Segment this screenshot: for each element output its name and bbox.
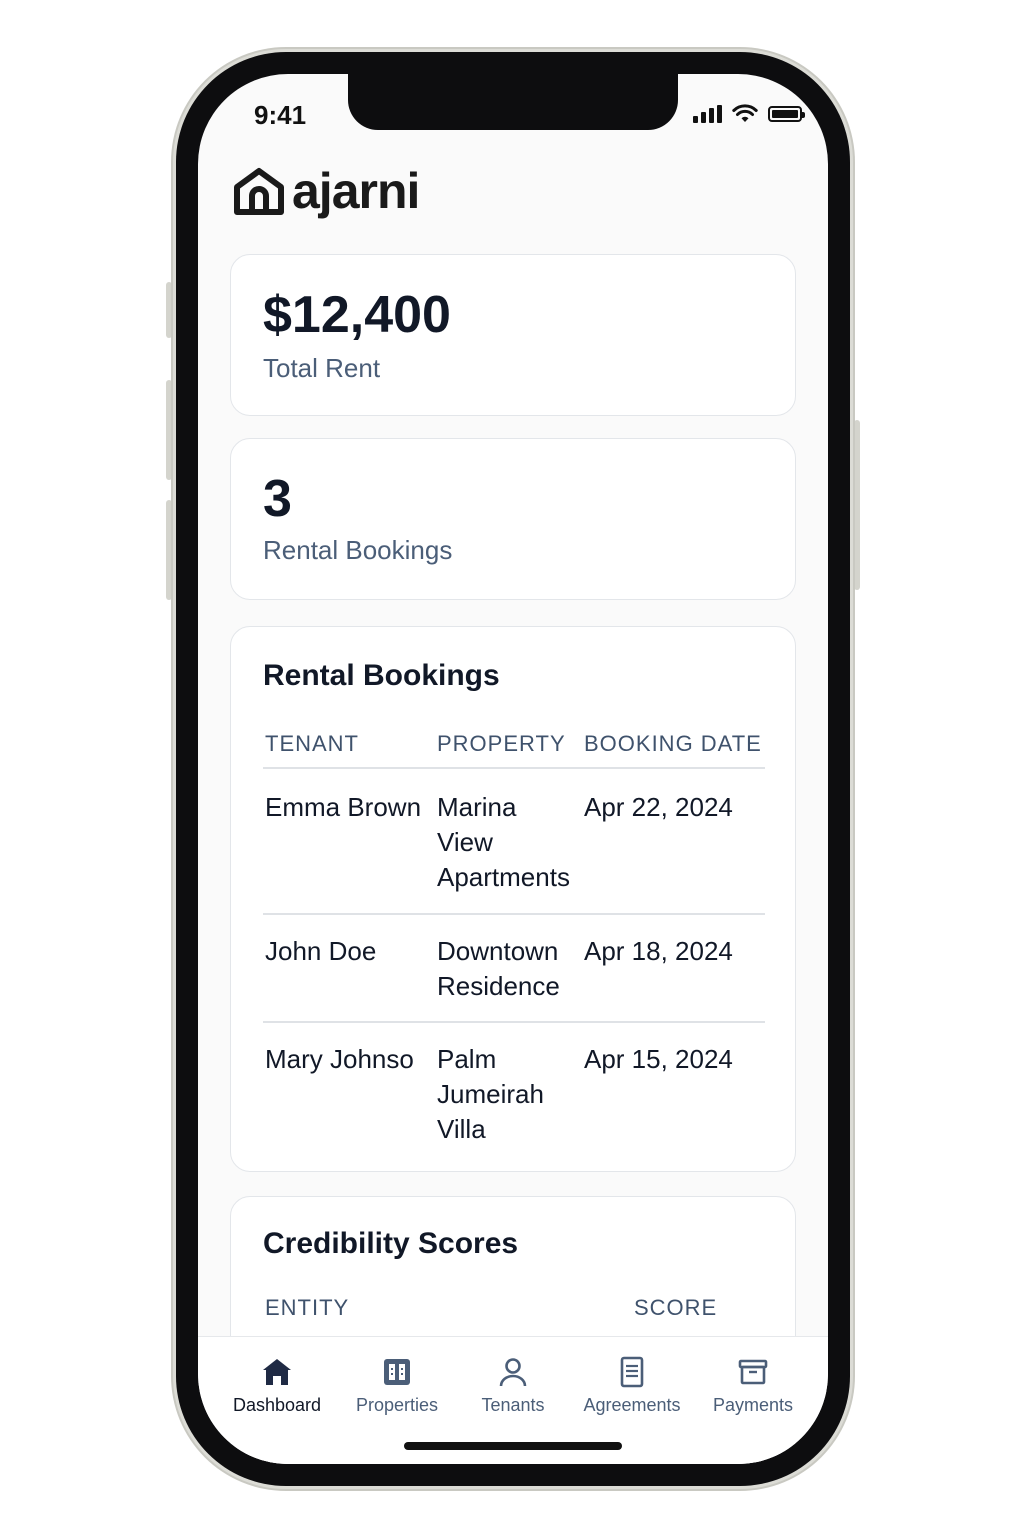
tab-properties[interactable]: Properties — [334, 1355, 460, 1416]
wifi-icon — [732, 104, 758, 122]
row-3-tenant: Mary Johnso — [265, 1044, 414, 1074]
tab-payments[interactable]: Payments — [690, 1355, 816, 1416]
status-time: 9:41 — [254, 100, 307, 130]
row-2-tenant: John Doe — [265, 936, 377, 966]
total-rent-card[interactable]: $12,400 Total Rent — [230, 254, 796, 416]
row-1-booking-date: Apr 22, 2024 — [584, 792, 733, 822]
notch — [348, 74, 678, 130]
rental-bookings-value: 3 — [263, 470, 292, 528]
tab-label: Dashboard — [232, 1395, 322, 1415]
tab-dashboard[interactable]: Dashboard — [214, 1355, 340, 1416]
header-divider — [263, 767, 765, 769]
row-divider — [263, 1021, 765, 1023]
status-icons — [693, 104, 805, 124]
document-icon — [620, 1356, 644, 1388]
row-3-property: Palm Jumeirah Villa — [437, 1044, 544, 1144]
total-rent-label: Total Rent — [263, 353, 381, 383]
home-indicator[interactable] — [404, 1442, 622, 1450]
tab-agreements[interactable]: Agreements — [569, 1355, 695, 1416]
battery-icon — [768, 106, 805, 122]
row-2-booking-date: Apr 18, 2024 — [584, 936, 733, 966]
house-icon — [263, 1359, 291, 1385]
tab-label: Payments — [712, 1395, 794, 1415]
rental-bookings-card[interactable]: 3 Rental Bookings — [230, 438, 796, 600]
column-header-property: PROPERTY — [437, 731, 566, 756]
row-3-booking-date: Apr 15, 2024 — [584, 1044, 733, 1074]
column-header-booking-date: BOOKING DATE — [584, 731, 762, 756]
row-2-property: Downtown Residence — [437, 936, 560, 1001]
tab-label: Properties — [355, 1395, 439, 1415]
bottom-tab-bar: Dashboard Properties Tenants Agreements … — [198, 1336, 828, 1464]
house-icon — [234, 168, 284, 215]
tab-label: Agreements — [583, 1395, 681, 1415]
tab-label: Tenants — [481, 1395, 545, 1415]
column-header-score: SCORE — [634, 1295, 718, 1320]
rental-bookings-title: Rental Bookings — [263, 659, 500, 692]
row-divider — [263, 913, 765, 915]
credibility-scores-title: Credibility Scores — [263, 1227, 519, 1260]
tab-tenants[interactable]: Tenants — [450, 1355, 576, 1416]
row-1-property: Marina View Apartments — [437, 792, 570, 892]
logo-text: ajarni — [292, 163, 420, 219]
rental-bookings-label: Rental Bookings — [263, 535, 453, 565]
column-header-entity: ENTITY — [265, 1295, 350, 1320]
volume-up-button — [166, 380, 172, 480]
rental-bookings-table-card: Rental Bookings TENANT PROPERTY BOOKING … — [230, 626, 796, 1172]
cellular-signal-icon — [693, 105, 722, 123]
column-header-tenant: TENANT — [265, 731, 359, 756]
app-logo: ajarni — [232, 162, 420, 220]
power-button — [854, 420, 860, 590]
phone-screen: 9:41 ajarni $12,400 Total Rent 3 Rental … — [198, 74, 828, 1464]
volume-down-button — [166, 500, 172, 600]
archive-icon — [738, 1359, 768, 1385]
total-rent-value: $12,400 — [263, 286, 451, 344]
person-icon — [499, 1358, 527, 1387]
row-1-tenant: Emma Brown — [265, 792, 422, 822]
building-icon — [384, 1359, 410, 1385]
mute-switch — [166, 282, 172, 338]
